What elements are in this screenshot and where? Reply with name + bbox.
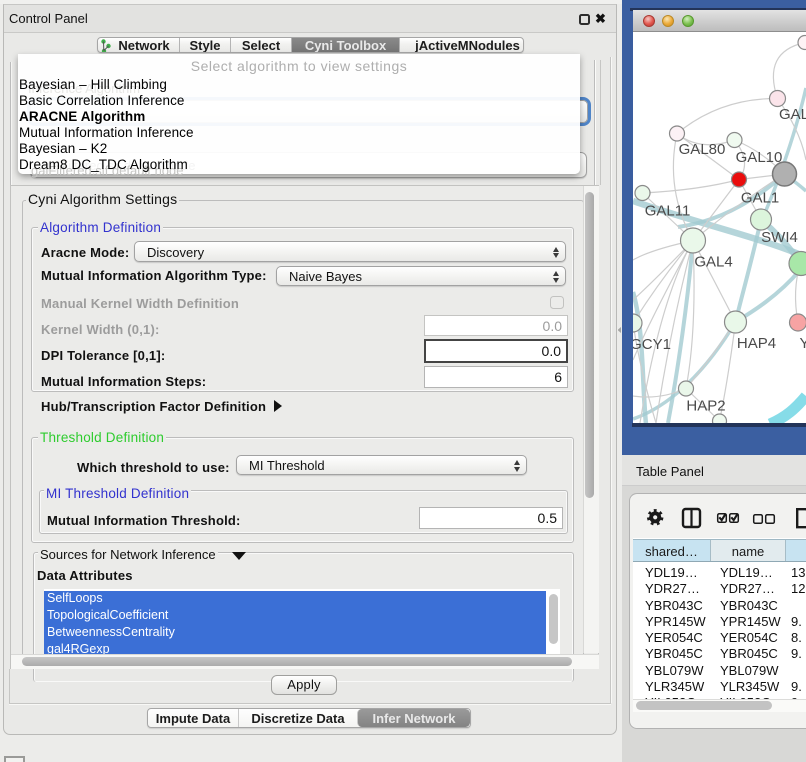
svg-text:GCY1: GCY1 (633, 336, 671, 353)
svg-text:GAL10: GAL10 (736, 149, 783, 166)
svg-text:GAL11: GAL11 (645, 203, 691, 220)
svg-text:GAL4: GAL4 (694, 254, 732, 271)
svg-text:HAP4: HAP4 (737, 335, 776, 352)
svg-text:HAP2: HAP2 (686, 398, 725, 415)
svg-text:GAL7: GAL7 (779, 106, 806, 123)
svg-text:GAL80: GAL80 (679, 141, 726, 158)
svg-text:YBR0: YBR0 (800, 335, 806, 352)
svg-text:GAL1: GAL1 (741, 190, 779, 207)
svg-text:SWI4: SWI4 (761, 229, 798, 246)
